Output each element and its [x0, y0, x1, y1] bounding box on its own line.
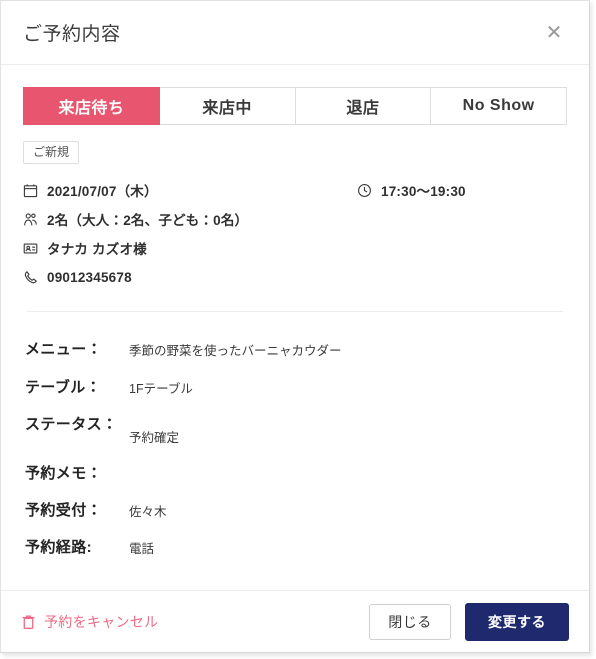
close-button[interactable]: 閉じる — [369, 603, 451, 640]
phone-icon — [23, 270, 47, 285]
cancel-reservation-label: 予約をキャンセル — [44, 613, 159, 630]
submit-change-button[interactable]: 変更する — [465, 602, 569, 641]
field-row-menu: メニュー： 季節の野菜を使ったバーニャカウダー — [25, 338, 565, 361]
field-label-memo: 予約メモ： — [25, 464, 103, 482]
tab-waiting[interactable]: 来店待ち — [23, 87, 160, 125]
tab-no-show[interactable]: No Show — [431, 87, 567, 125]
field-label-menu: メニュー： — [25, 341, 103, 359]
cancel-reservation-button[interactable]: 予約をキャンセル — [21, 612, 158, 632]
field-row-memo: 予約メモ： — [25, 462, 565, 485]
field-value-table: 1Fテーブル — [129, 381, 193, 396]
phone-number: 09012345678 — [47, 269, 132, 285]
trash-icon — [21, 614, 36, 630]
field-value-status: 予約確定 — [129, 430, 180, 445]
calendar-icon — [23, 183, 47, 198]
party-size: 2名（大人：2名、子ども：0名） — [47, 213, 249, 229]
page-title: ご予約内容 — [23, 24, 121, 45]
field-row-table: テーブル： 1Fテーブル — [25, 376, 565, 399]
reservation-date: 2021/07/07（木） — [47, 184, 158, 200]
field-label-staff: 予約受付： — [25, 501, 103, 519]
reservation-detail-dialog: ご予約内容 ✕ 来店待ち 来店中 退店 No Show ご新規 2021/07/… — [0, 0, 590, 653]
summary-row-customer: タナカ カズオ様 — [23, 236, 567, 260]
dialog-body: 来店待ち 来店中 退店 No Show ご新規 2021/07/07（木） 17… — [1, 65, 589, 590]
customer-name: タナカ カズオ様 — [47, 242, 147, 258]
tab-seated[interactable]: 来店中 — [159, 87, 296, 125]
reservation-fields: メニュー： 季節の野菜を使ったバーニャカウダー テーブル： 1Fテーブル ステー… — [23, 338, 567, 559]
field-row-staff: 予約受付： 佐々木 — [25, 499, 565, 522]
field-value-memo — [129, 462, 565, 466]
summary-row-party: 2名（大人：2名、子ども：0名） — [23, 207, 567, 231]
field-value-staff: 佐々木 — [129, 504, 167, 519]
field-label-channel: 予約経路: — [25, 539, 92, 557]
field-label-table: テーブル： — [25, 378, 102, 396]
field-label-status: ステータス： — [25, 415, 118, 433]
reservation-summary: 2021/07/07（木） 17:30〜19:30 2名（大人：2名、子ども：0… — [23, 178, 567, 289]
dialog-footer: 予約をキャンセル 閉じる 変更する — [1, 590, 589, 652]
tab-left[interactable]: 退店 — [295, 87, 432, 125]
field-value-menu: 季節の野菜を使ったバーニャカウダー — [129, 344, 342, 359]
clock-icon — [357, 183, 381, 198]
people-icon — [23, 212, 47, 227]
dialog-header: ご予約内容 ✕ — [1, 1, 589, 65]
summary-time-cell: 17:30〜19:30 — [357, 180, 567, 200]
section-divider — [27, 311, 563, 313]
contact-card-icon — [23, 241, 47, 256]
badge-row: ご新規 — [23, 141, 567, 165]
reservation-time: 17:30〜19:30 — [381, 184, 466, 200]
field-value-channel: 電話 — [129, 542, 155, 557]
close-icon[interactable]: ✕ — [539, 18, 569, 48]
summary-row-phone: 09012345678 — [23, 265, 567, 289]
status-badge: ご新規 — [23, 141, 80, 165]
field-row-status: ステータス： 予約確定 — [25, 413, 565, 448]
field-row-channel: 予約経路: 電話 — [25, 536, 565, 559]
status-tab-bar: 来店待ち 来店中 退店 No Show — [23, 87, 567, 125]
summary-row-datetime: 2021/07/07（木） 17:30〜19:30 — [23, 178, 567, 202]
